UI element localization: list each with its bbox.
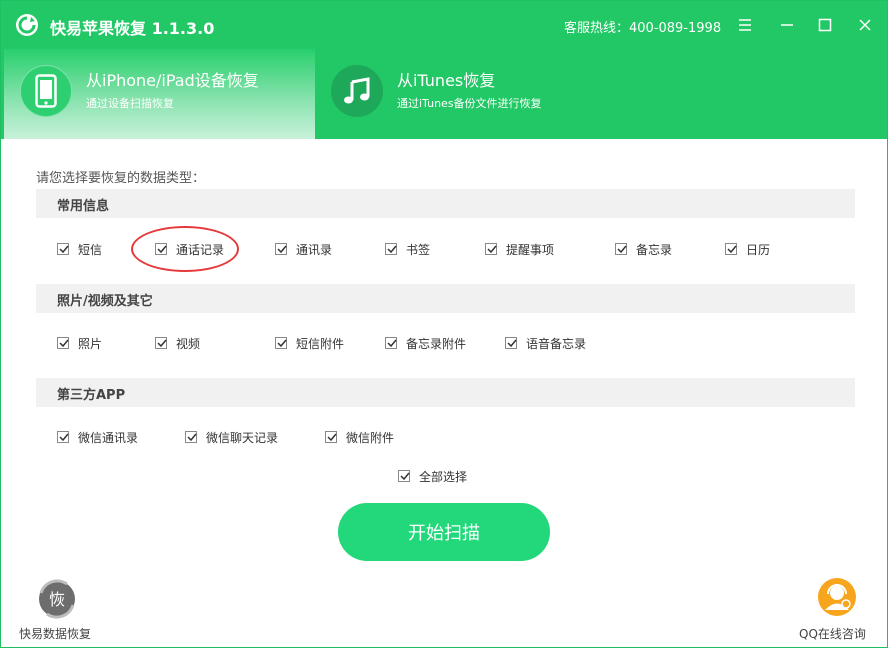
checkbox-checked-icon [615, 243, 627, 255]
checkbox-label: 通讯录 [296, 242, 333, 257]
checkbox-sms-attachments[interactable]: 短信附件 [275, 334, 344, 352]
checkbox-sms[interactable]: 短信 [57, 240, 102, 258]
checkbox-label: 视频 [176, 336, 201, 351]
checkbox-checked-icon [385, 337, 397, 349]
badge-text: 恢 [49, 590, 65, 609]
checkbox-reminders[interactable]: 提醒事项 [485, 240, 554, 258]
app-logo-icon [15, 13, 39, 37]
checkbox-checked-icon [57, 337, 69, 349]
section-title: 常用信息 [57, 199, 110, 214]
checkbox-photos[interactable]: 照片 [57, 334, 102, 352]
quick-data-recovery-link[interactable]: 恢 快易数据恢复 [19, 579, 99, 645]
section-header-common: 常用信息 [36, 189, 855, 218]
checkbox-videos[interactable]: 视频 [155, 334, 200, 352]
checkbox-select-all[interactable]: 全部选择 [398, 467, 467, 485]
support-agent-icon [817, 577, 857, 617]
checkbox-checked-icon [185, 431, 197, 443]
checkbox-note-attachments[interactable]: 备忘录附件 [385, 334, 466, 352]
checkbox-wechat-attachments[interactable]: 微信附件 [325, 428, 394, 446]
checkbox-label: 备忘录附件 [406, 336, 467, 351]
checkbox-label: 语音备忘录 [526, 336, 587, 351]
menu-icon[interactable] [733, 13, 757, 37]
checkbox-checked-icon [398, 470, 410, 482]
checkbox-label: 照片 [78, 336, 103, 351]
checkbox-label: 微信聊天记录 [206, 430, 279, 445]
checkbox-wechat-contacts[interactable]: 微信通讯录 [57, 428, 138, 446]
checkbox-label: 日历 [746, 242, 771, 257]
app-title: 快易苹果恢复 1.1.3.0 [50, 19, 215, 38]
checkbox-calendar[interactable]: 日历 [725, 240, 770, 258]
footer-left-label: 快易数据恢复 [19, 627, 92, 641]
checkbox-contacts[interactable]: 通讯录 [275, 240, 332, 258]
checkbox-label: 书签 [406, 242, 431, 257]
checkbox-checked-icon [325, 431, 337, 443]
checkbox-notes[interactable]: 备忘录 [615, 240, 672, 258]
checkbox-checked-icon [385, 243, 397, 255]
music-note-icon [331, 65, 383, 117]
recovery-badge-icon: 恢 [37, 579, 77, 619]
title-bar: 快易苹果恢复 1.1.3.0 客服热线：400-089-1998 [1, 1, 887, 49]
selection-prompt: 请您选择要恢复的数据类型： [36, 171, 206, 186]
recovery-mode-tabs: 从iPhone/iPad设备恢复 通过设备扫描恢复 从iTunes恢复 通过iT… [1, 49, 887, 139]
checkbox-wechat-chats[interactable]: 微信聊天记录 [185, 428, 278, 446]
footer-right-label: QQ在线咨询 [799, 627, 866, 641]
highlight-annotation [131, 226, 239, 272]
checkbox-checked-icon [725, 243, 737, 255]
checkbox-bookmarks[interactable]: 书签 [385, 240, 430, 258]
checkbox-label: 全部选择 [419, 469, 468, 484]
checkbox-label: 备忘录 [636, 242, 673, 257]
tab-subtitle: 通过设备扫描恢复 [86, 97, 174, 110]
tab-subtitle: 通过iTunes备份文件进行恢复 [397, 97, 542, 110]
checkbox-voice-memos[interactable]: 语音备忘录 [505, 334, 586, 352]
checkbox-label: 短信附件 [296, 336, 345, 351]
start-scan-button[interactable]: 开始扫描 [338, 503, 550, 561]
section-header-third-party: 第三方APP [36, 378, 855, 407]
checkbox-label: 短信 [78, 242, 103, 257]
checkbox-checked-icon [57, 243, 69, 255]
support-hotline: 客服热线：400-089-1998 [564, 21, 722, 36]
tab-title: 从iPhone/iPad设备恢复 [86, 71, 259, 90]
checkbox-label: 微信通讯录 [78, 430, 139, 445]
checkbox-checked-icon [275, 243, 287, 255]
minimize-icon[interactable] [775, 13, 799, 37]
tab-itunes-recovery[interactable]: 从iTunes恢复 通过iTunes备份文件进行恢复 [315, 49, 615, 139]
section-title: 第三方APP [57, 388, 126, 403]
checkbox-label: 微信附件 [346, 430, 395, 445]
checkbox-checked-icon [505, 337, 517, 349]
checkbox-checked-icon [485, 243, 497, 255]
tab-device-recovery[interactable]: 从iPhone/iPad设备恢复 通过设备扫描恢复 [4, 49, 315, 139]
section-header-media: 照片/视频及其它 [36, 284, 855, 313]
maximize-icon[interactable] [813, 13, 837, 37]
close-icon[interactable] [853, 13, 877, 37]
app-window: 快易苹果恢复 1.1.3.0 客服热线：400-089-1998 从iPhone… [0, 0, 888, 648]
tab-title: 从iTunes恢复 [397, 71, 496, 90]
qq-online-consult-link[interactable]: QQ在线咨询 [797, 577, 877, 643]
phone-icon [20, 65, 72, 117]
checkbox-checked-icon [57, 431, 69, 443]
section-title: 照片/视频及其它 [57, 294, 153, 309]
checkbox-checked-icon [275, 337, 287, 349]
checkbox-checked-icon [155, 337, 167, 349]
checkbox-label: 提醒事项 [506, 242, 555, 257]
